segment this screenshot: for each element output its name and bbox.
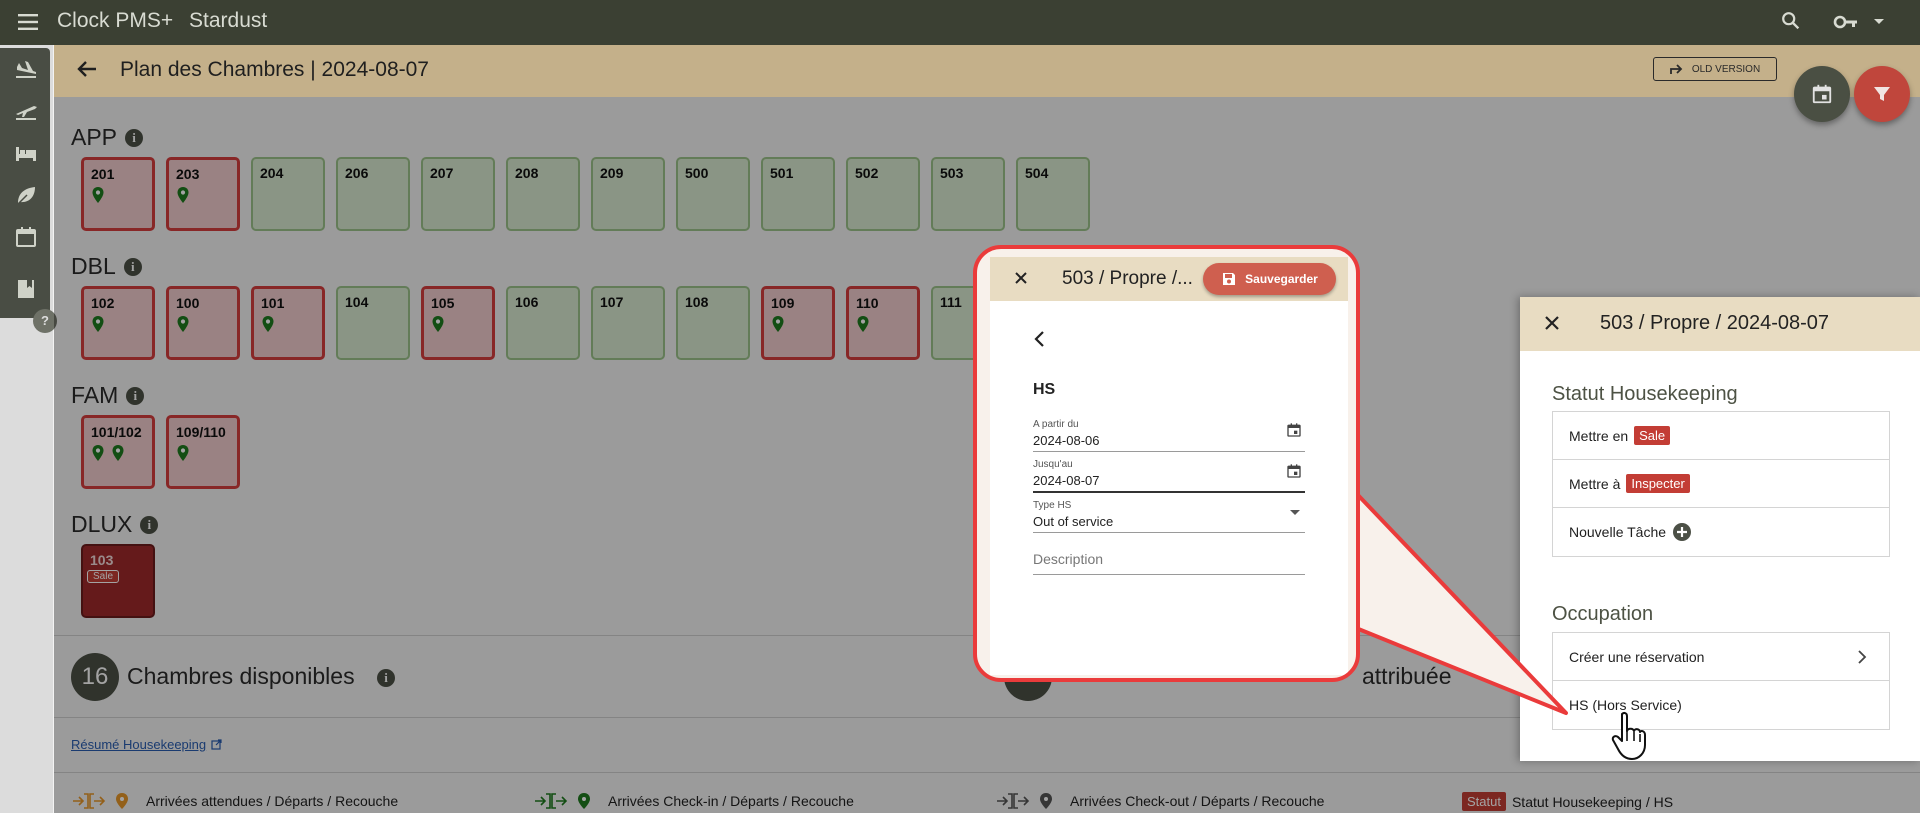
share-arrow-icon — [1669, 63, 1684, 75]
room-drawer: 503 / Propre / 2024-08-07 Statut Houseke… — [1520, 297, 1920, 761]
description-input[interactable]: Description — [1033, 551, 1103, 567]
back-arrow-icon[interactable] — [77, 60, 97, 78]
departures-icon[interactable] — [14, 100, 38, 122]
set-dirty-label: Mettre en — [1569, 427, 1629, 444]
create-reservation-item[interactable]: Créer une réservation — [1553, 633, 1889, 681]
save-icon — [1221, 271, 1237, 287]
drawer-title: 503 / Propre / 2024-08-07 — [1600, 312, 1830, 334]
new-task-label: Nouvelle Tâche — [1569, 524, 1667, 540]
app-name: Clock PMS+ — [57, 9, 174, 32]
description-underline — [1033, 574, 1305, 575]
calendar-icon[interactable] — [14, 226, 38, 248]
drawer-header: 503 / Propre / 2024-08-07 — [1520, 297, 1920, 351]
back-chevron-icon[interactable] — [1033, 330, 1045, 348]
old-version-label: OLD VERSION — [1691, 63, 1761, 75]
dialog-header: 503 / Propre /... Sauvegarder — [990, 257, 1348, 301]
dialog-title: 503 / Propre /... — [1062, 268, 1193, 289]
dirty-tag: Sale — [1634, 426, 1671, 445]
top-app-bar: Clock PMS+ Stardust — [0, 0, 1920, 45]
bed-icon[interactable] — [14, 142, 38, 164]
chevron-right-icon — [1858, 650, 1867, 664]
create-reservation-label: Créer une réservation — [1569, 648, 1705, 665]
new-task-item[interactable]: Nouvelle Tâche — [1553, 508, 1889, 556]
save-label: Sauvegarder — [1245, 272, 1318, 286]
until-date-label: Jusqu'au — [1033, 459, 1073, 470]
from-date-input[interactable]: 2024-08-06 — [1033, 433, 1100, 448]
inspect-tag: Inspecter — [1626, 474, 1690, 493]
save-button[interactable]: Sauvegarder — [1203, 263, 1336, 295]
close-icon[interactable] — [1544, 315, 1560, 331]
add-circle-icon — [1672, 522, 1692, 542]
until-date-underline — [1033, 491, 1305, 493]
until-date-input[interactable]: 2024-08-07 — [1033, 473, 1100, 488]
arrivals-icon[interactable] — [14, 58, 38, 80]
search-icon[interactable] — [1780, 10, 1802, 32]
page-title: Plan des Chambres | 2024-08-07 — [120, 58, 429, 81]
set-dirty-item[interactable]: Mettre en Sale — [1553, 412, 1889, 460]
account-dropdown-icon[interactable] — [1873, 18, 1885, 26]
housekeeping-list: Mettre en Sale Mettre à Inspecter Nouvel… — [1552, 411, 1890, 557]
close-icon[interactable] — [1014, 271, 1028, 285]
out-of-service-item[interactable]: HS (Hors Service) — [1553, 681, 1889, 729]
type-underline — [1033, 532, 1305, 533]
dropdown-arrow-icon[interactable] — [1290, 510, 1300, 516]
old-version-button[interactable]: OLD VERSION — [1653, 57, 1777, 81]
book-icon[interactable] — [14, 278, 38, 300]
nav-rail — [0, 48, 50, 318]
occupation-list: Créer une réservation HS (Hors Service) — [1552, 632, 1890, 730]
property-name: Stardust — [189, 9, 268, 32]
out-of-service-dialog: 503 / Propre /... Sauvegarder HS A parti… — [990, 257, 1348, 675]
zoom-callout: 503 / Propre /... Sauvegarder HS A parti… — [973, 245, 1360, 682]
occupation-title: Occupation — [1552, 603, 1654, 625]
from-date-label: A partir du — [1033, 419, 1079, 430]
type-select[interactable]: Out of service — [1033, 514, 1113, 529]
dialog-section-title: HS — [1033, 381, 1056, 398]
set-inspect-item[interactable]: Mettre à Inspecter — [1553, 460, 1889, 508]
calendar-icon[interactable] — [1286, 422, 1302, 438]
calendar-icon[interactable] — [1286, 463, 1302, 479]
hand-cursor-icon — [1611, 711, 1647, 761]
type-label: Type HS — [1033, 500, 1072, 511]
room-plan: 201 203 204 206 207 208 209 500 501 502 503 504 102 1… — [0, 0, 1090, 618]
key-icon[interactable] — [1833, 11, 1859, 33]
leaf-icon[interactable] — [14, 184, 38, 206]
filter-fab[interactable] — [1854, 66, 1910, 122]
calendar-fab[interactable] — [1794, 66, 1850, 122]
menu-icon[interactable] — [18, 13, 40, 31]
housekeeping-status-title: Statut Housekeeping — [1552, 383, 1738, 405]
set-inspect-label: Mettre à — [1569, 475, 1621, 492]
from-date-underline — [1033, 451, 1305, 452]
